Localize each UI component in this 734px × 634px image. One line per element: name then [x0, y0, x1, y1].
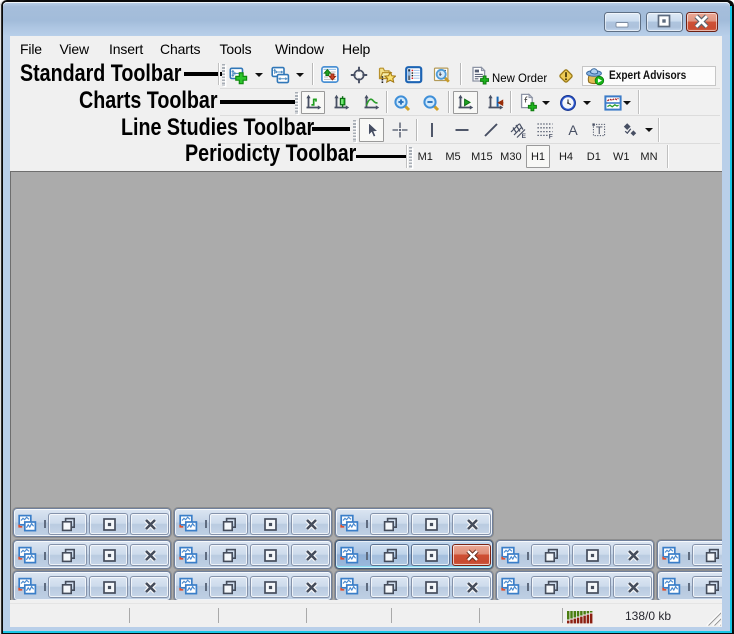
- svg-text:E: E: [522, 133, 527, 139]
- svg-text:F: F: [549, 133, 553, 138]
- svg-text:T: T: [596, 125, 603, 137]
- svg-text:A: A: [568, 121, 578, 137]
